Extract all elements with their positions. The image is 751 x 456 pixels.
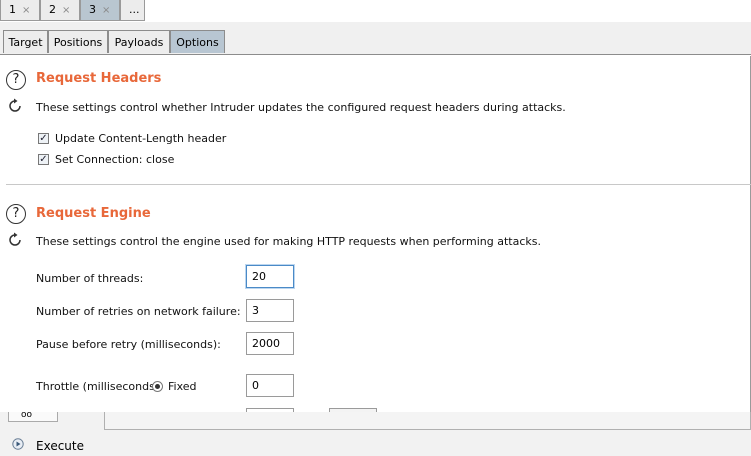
restore-defaults-icon[interactable] <box>7 98 23 114</box>
retries-label: Number of retries on network failure: <box>36 305 241 318</box>
close-icon[interactable]: × <box>62 5 70 16</box>
request-headers-title: Request Headers <box>36 71 162 86</box>
throttle-label: Throttle (milliseconds): <box>36 380 163 393</box>
execute-label: Execute <box>36 439 84 453</box>
set-connection-close-label: Set Connection: close <box>55 153 175 166</box>
tab-label: 1 <box>9 3 16 16</box>
help-icon[interactable]: ? <box>6 70 26 90</box>
set-connection-close-checkbox[interactable]: ✓ <box>38 154 49 165</box>
mode-dropdown[interactable]: oo <box>8 410 58 422</box>
new-tab-button[interactable]: ... <box>120 0 145 21</box>
request-tabs-bar: 1 × 2 × 3 × ... <box>0 0 751 23</box>
update-content-length-label: Update Content-Length header <box>55 132 227 145</box>
throttle-fixed-radio[interactable] <box>152 381 163 392</box>
pause-before-retry-input[interactable]: 2000 <box>246 332 294 355</box>
update-content-length-checkbox[interactable]: ✓ <box>38 133 49 144</box>
request-headers-description: These settings control whether Intruder … <box>36 101 566 114</box>
retries-input[interactable]: 3 <box>246 299 294 322</box>
intruder-subtabs: Target Positions Payloads Options <box>0 22 751 55</box>
tab-label: 3 <box>89 3 96 16</box>
tab-positions[interactable]: Positions <box>48 30 108 53</box>
bottom-controls: oo Execute <box>0 410 751 456</box>
request-tab-1[interactable]: 1 × <box>0 0 40 21</box>
throttle-input[interactable]: 0 <box>246 374 294 397</box>
tab-label: ... <box>129 3 140 16</box>
execute-button[interactable]: Execute <box>8 432 128 456</box>
request-engine-title: Request Engine <box>36 206 151 221</box>
output-area <box>104 412 751 430</box>
tab-label: 2 <box>49 3 56 16</box>
mode-dropdown-label: oo <box>21 410 33 420</box>
request-tab-3[interactable]: 3 × <box>80 0 120 21</box>
tab-payloads[interactable]: Payloads <box>108 30 170 53</box>
threads-label: Number of threads: <box>36 272 144 285</box>
close-icon[interactable]: × <box>22 5 30 16</box>
tab-options[interactable]: Options <box>170 30 225 53</box>
threads-input[interactable]: 20 <box>246 265 294 288</box>
help-icon[interactable]: ? <box>6 204 26 224</box>
pause-before-retry-label: Pause before retry (milliseconds): <box>36 338 221 351</box>
throttle-fixed-label: Fixed <box>168 380 197 393</box>
request-engine-description: These settings control the engine used f… <box>36 235 541 248</box>
restore-defaults-icon[interactable] <box>7 232 23 248</box>
section-divider <box>6 184 751 185</box>
close-icon[interactable]: × <box>102 5 110 16</box>
tab-target[interactable]: Target <box>3 30 48 53</box>
request-tab-2[interactable]: 2 × <box>40 0 80 21</box>
play-icon <box>12 438 24 450</box>
options-panel: ? Request Headers These settings control… <box>0 56 751 412</box>
